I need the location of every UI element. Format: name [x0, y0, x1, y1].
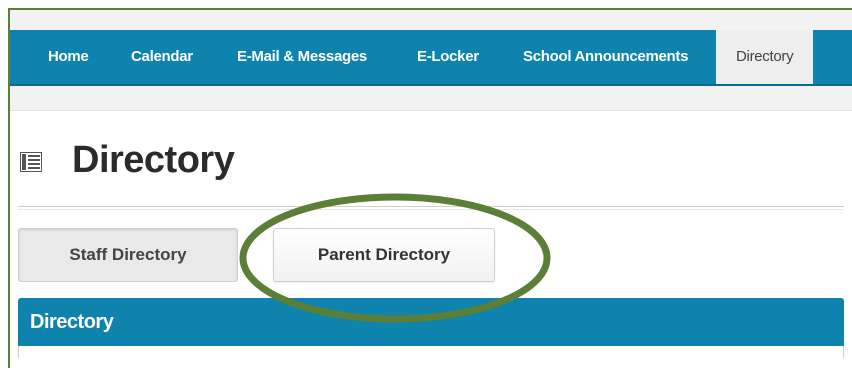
sub-nav-strip: [10, 86, 852, 111]
parent-directory-button[interactable]: Parent Directory: [273, 228, 495, 282]
staff-directory-label: Staff Directory: [69, 245, 187, 264]
directory-panel-header: Directory: [18, 298, 844, 346]
nav-home[interactable]: Home: [48, 30, 89, 84]
nav-elocker[interactable]: E-Locker: [417, 30, 479, 84]
nav-calendar[interactable]: Calendar: [131, 30, 193, 84]
directory-panel-body: [18, 346, 844, 358]
page-title: Directory: [72, 139, 235, 181]
top-strip: [10, 10, 852, 30]
directory-list-icon: [20, 152, 42, 172]
staff-directory-button[interactable]: Staff Directory: [18, 228, 238, 282]
parent-directory-label: Parent Directory: [317, 245, 451, 264]
nav-school-announcements[interactable]: School Announcements: [523, 30, 688, 84]
panel-title: Directory: [30, 311, 114, 333]
title-divider-shadow: [18, 209, 844, 210]
nav-directory[interactable]: Directory: [716, 30, 814, 84]
nav-email-messages[interactable]: E-Mail & Messages: [237, 30, 367, 84]
title-divider: [18, 206, 844, 207]
main-nav: Home Calendar E-Mail & Messages E-Locker…: [10, 30, 852, 86]
